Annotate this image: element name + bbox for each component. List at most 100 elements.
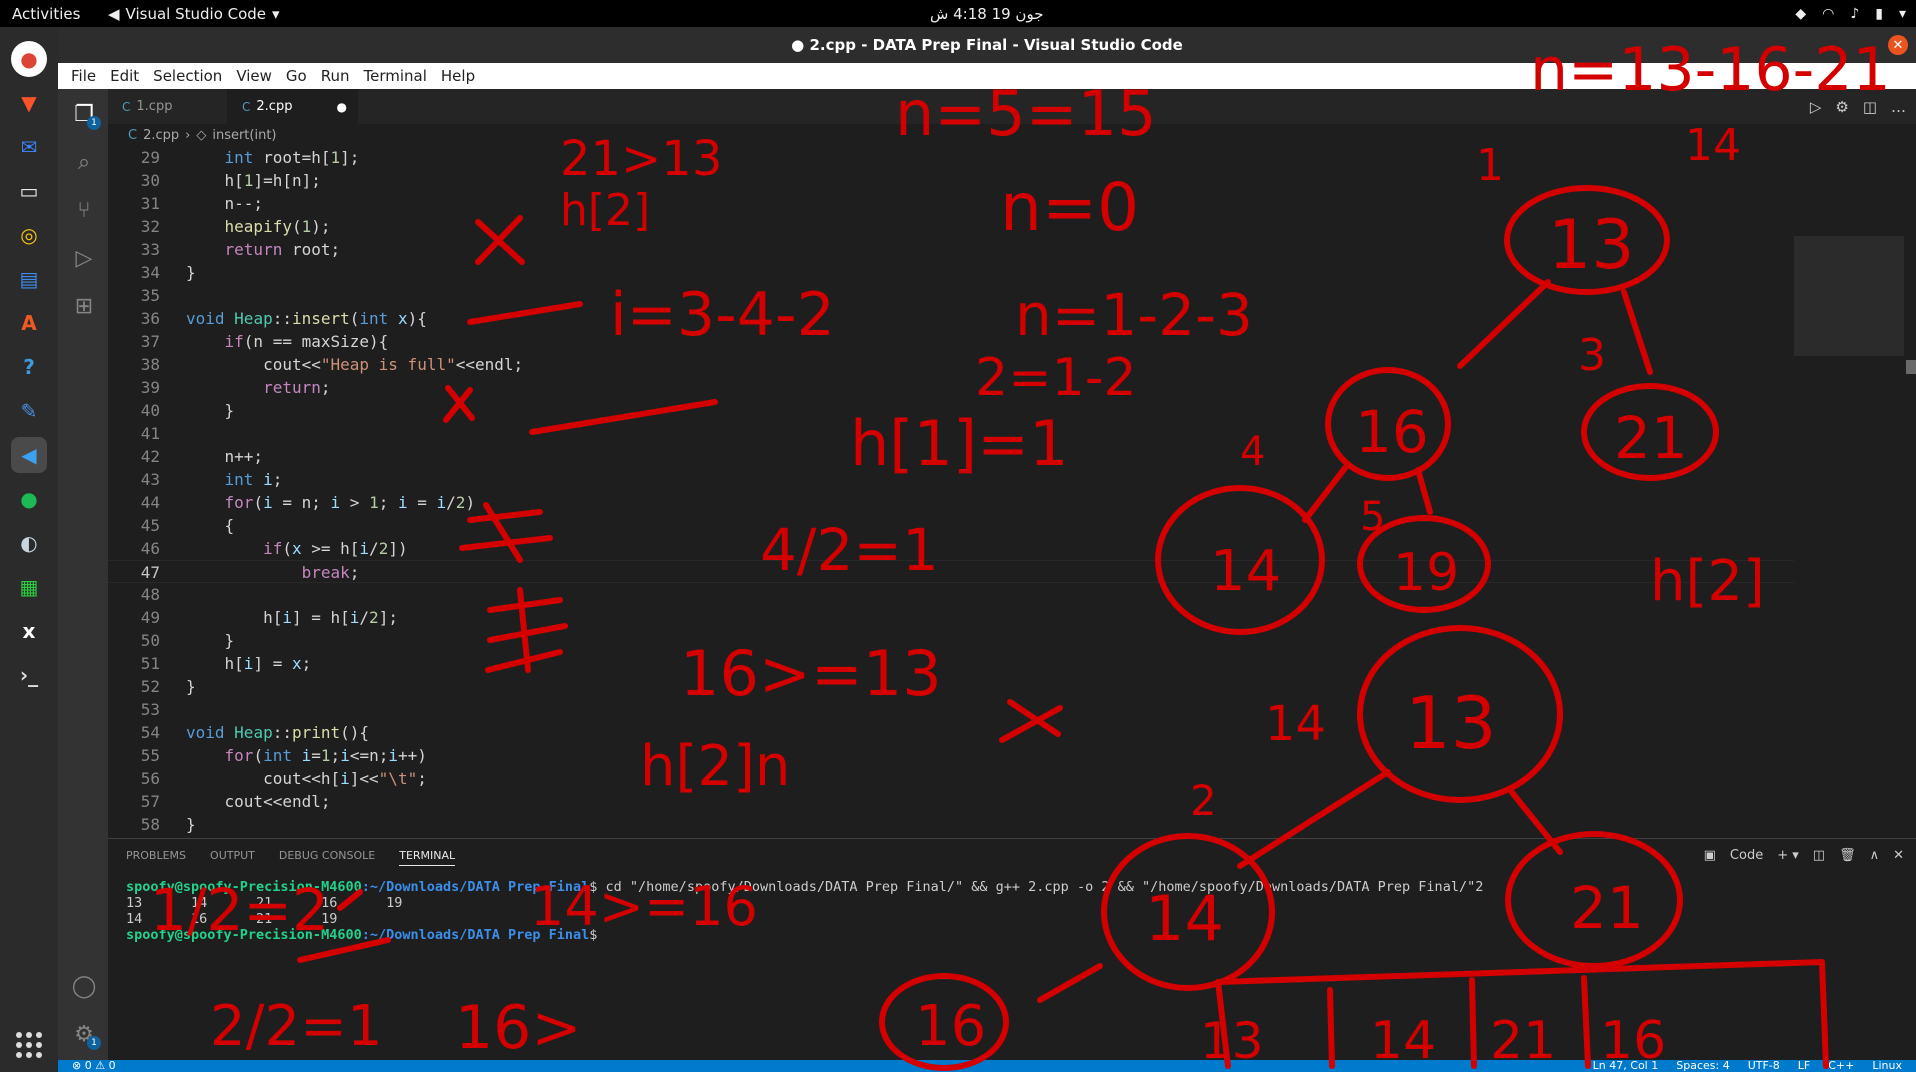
split-terminal-icon[interactable]: ◫ xyxy=(1813,848,1825,863)
activities-button[interactable]: Activities xyxy=(12,5,80,23)
extensions-icon[interactable]: ⊞ xyxy=(71,293,97,319)
brave-icon[interactable]: ▼ xyxy=(11,85,47,121)
software-center-icon[interactable]: A xyxy=(11,305,47,341)
minimap-viewport[interactable] xyxy=(1794,236,1904,356)
tab-terminal[interactable]: TERMINAL xyxy=(399,849,456,866)
scrollbar-thumb[interactable] xyxy=(1906,360,1916,374)
code-line[interactable]: 32 heapify(1); xyxy=(108,215,1794,238)
code-line[interactable]: 58} xyxy=(108,813,1794,836)
line-ending[interactable]: LF xyxy=(1798,1060,1810,1072)
run-code-icon[interactable]: ▷ xyxy=(1810,98,1822,116)
code-line[interactable]: 55 for(int i=1;i<=n;i++) xyxy=(108,744,1794,767)
code-line[interactable]: 33 return root; xyxy=(108,238,1794,261)
tab-output[interactable]: OUTPUT xyxy=(210,849,255,866)
code-line[interactable]: 29 int root=h[1]; xyxy=(108,146,1794,169)
split-editor-icon[interactable]: ◫ xyxy=(1863,98,1877,116)
code-line[interactable]: 35 xyxy=(108,284,1794,307)
code-line[interactable]: 44 for(i = n; i > 1; i = i/2) xyxy=(108,491,1794,514)
code-line[interactable]: 36 void Heap::insert(int x){ xyxy=(108,307,1794,330)
maximize-panel-icon[interactable]: ∧ xyxy=(1870,848,1880,863)
code-line[interactable]: 41 xyxy=(108,422,1794,445)
xournal-icon[interactable]: x xyxy=(11,613,47,649)
more-actions-icon[interactable]: … xyxy=(1891,98,1906,116)
menu-view[interactable]: View xyxy=(229,67,279,85)
account-icon[interactable]: ◯ xyxy=(71,973,97,999)
minimap[interactable] xyxy=(1794,146,1904,838)
encoding[interactable]: UTF-8 xyxy=(1748,1060,1780,1072)
settings-gear-icon[interactable]: ⚙ 1 xyxy=(71,1021,101,1050)
code-line[interactable]: 56 cout<<h[i]<<"\t"; xyxy=(108,767,1794,790)
platform[interactable]: Linux xyxy=(1872,1060,1902,1072)
code-line[interactable]: 34} xyxy=(108,261,1794,284)
code-line[interactable]: 57 cout<<endl; xyxy=(108,790,1794,813)
code-line[interactable]: 54 void Heap::print(){ xyxy=(108,721,1794,744)
spotify-icon[interactable]: ● xyxy=(11,481,47,517)
code-line[interactable]: 40 } xyxy=(108,399,1794,422)
run-debug-icon[interactable]: ▷ xyxy=(71,245,97,271)
problems-status[interactable]: ⊗ 0 ⚠ 0 xyxy=(72,1060,116,1072)
menu-help[interactable]: Help xyxy=(434,67,482,85)
search-icon[interactable]: ⌕ xyxy=(71,149,97,175)
breadcrumb-file[interactable]: 2.cpp xyxy=(143,128,179,143)
cursor-position[interactable]: Ln 47, Col 1 xyxy=(1593,1060,1659,1072)
app-menu[interactable]: ◀ Visual Studio Code ▾ xyxy=(108,5,280,23)
tab-problems[interactable]: PROBLEMS xyxy=(126,849,186,866)
code-line[interactable]: 49 h[i] = h[i/2]; xyxy=(108,606,1794,629)
code-line[interactable]: 52} xyxy=(108,675,1794,698)
code-editor[interactable]: 29 int root=h[1]; 30 h[1]=h[n]; 31 n--; 32 … xyxy=(108,146,1794,838)
gear-icon[interactable]: ⚙ xyxy=(1835,98,1848,116)
trash-icon[interactable]: 🗑 xyxy=(1839,848,1856,863)
line-number: 33 xyxy=(140,240,160,259)
menu-selection[interactable]: Selection xyxy=(146,67,229,85)
explorer-icon[interactable]: ❐ 1 xyxy=(71,101,101,130)
code-line[interactable]: 39 return; xyxy=(108,376,1794,399)
tab-1-cpp[interactable]: C 1.cpp xyxy=(108,89,228,124)
unsaved-dot-icon[interactable]: ● xyxy=(337,100,347,114)
code-line[interactable]: 51 h[i] = x; xyxy=(108,652,1794,675)
tab-debug-console[interactable]: DEBUG CONSOLE xyxy=(279,849,375,866)
code-line[interactable]: 53 xyxy=(108,698,1794,721)
menu-run[interactable]: Run xyxy=(314,67,357,85)
code-line[interactable]: 38 cout<<"Heap is full"<<endl; xyxy=(108,353,1794,376)
code-line[interactable]: 42 n++; xyxy=(108,445,1794,468)
terminal-output[interactable]: spoofy@spoofy-Precision-M4600:~/Download… xyxy=(126,879,1483,943)
help-icon[interactable]: ? xyxy=(11,349,47,385)
system-monitor-icon[interactable]: ▦ xyxy=(11,569,47,605)
show-applications-icon[interactable] xyxy=(16,1032,42,1058)
battery-icon: ▮ xyxy=(1875,5,1883,22)
code-line[interactable]: 50 } xyxy=(108,629,1794,652)
terminal-icon[interactable]: ›_ xyxy=(11,657,47,693)
breadcrumb-symbol[interactable]: insert(int) xyxy=(212,128,276,143)
files-icon[interactable]: ▭ xyxy=(11,173,47,209)
code-text: } xyxy=(186,815,196,834)
menu-file[interactable]: File xyxy=(64,67,103,85)
vscode-icon[interactable]: ◀ xyxy=(11,437,47,473)
close-icon[interactable]: ✕ xyxy=(1888,35,1908,55)
system-tray[interactable]: ◆ ◠ ♪ ▮ ▾ xyxy=(1795,6,1906,22)
code-line[interactable]: 48 xyxy=(108,583,1794,606)
terminal-shell-label[interactable]: Code xyxy=(1730,848,1763,863)
steam-icon[interactable]: ◐ xyxy=(11,525,47,561)
code-line[interactable]: 45 { xyxy=(108,514,1794,537)
code-line[interactable]: 30 h[1]=h[n]; xyxy=(108,169,1794,192)
code-line[interactable]: 43 int i; xyxy=(108,468,1794,491)
close-panel-icon[interactable]: ✕ xyxy=(1893,848,1904,863)
thunderbird-icon[interactable]: ✉ xyxy=(11,129,47,165)
source-control-icon[interactable]: ⑂ xyxy=(71,197,97,223)
writer-icon[interactable]: ▤ xyxy=(11,261,47,297)
indentation[interactable]: Spaces: 4 xyxy=(1676,1060,1729,1072)
code-line[interactable]: 37 if(n == maxSize){ xyxy=(108,330,1794,353)
menu-go[interactable]: Go xyxy=(279,67,314,85)
code-line[interactable]: 47 break; xyxy=(108,560,1794,583)
clock[interactable]: جون 19 4:18 ش xyxy=(930,5,1043,23)
code-line[interactable]: 46 if(x >= h[i/2]) xyxy=(108,537,1794,560)
language-mode[interactable]: C++ xyxy=(1828,1060,1854,1072)
menu-edit[interactable]: Edit xyxy=(103,67,146,85)
menu-terminal[interactable]: Terminal xyxy=(357,67,434,85)
rhythmbox-icon[interactable]: ◎ xyxy=(11,217,47,253)
code-line[interactable]: 31 n--; xyxy=(108,192,1794,215)
tab-2-cpp[interactable]: C 2.cpp ● xyxy=(228,89,358,124)
chrome-icon[interactable]: ● xyxy=(11,41,47,77)
text-editor-icon[interactable]: ✎ xyxy=(11,393,47,429)
add-terminal-icon[interactable]: + ▾ xyxy=(1777,848,1799,863)
